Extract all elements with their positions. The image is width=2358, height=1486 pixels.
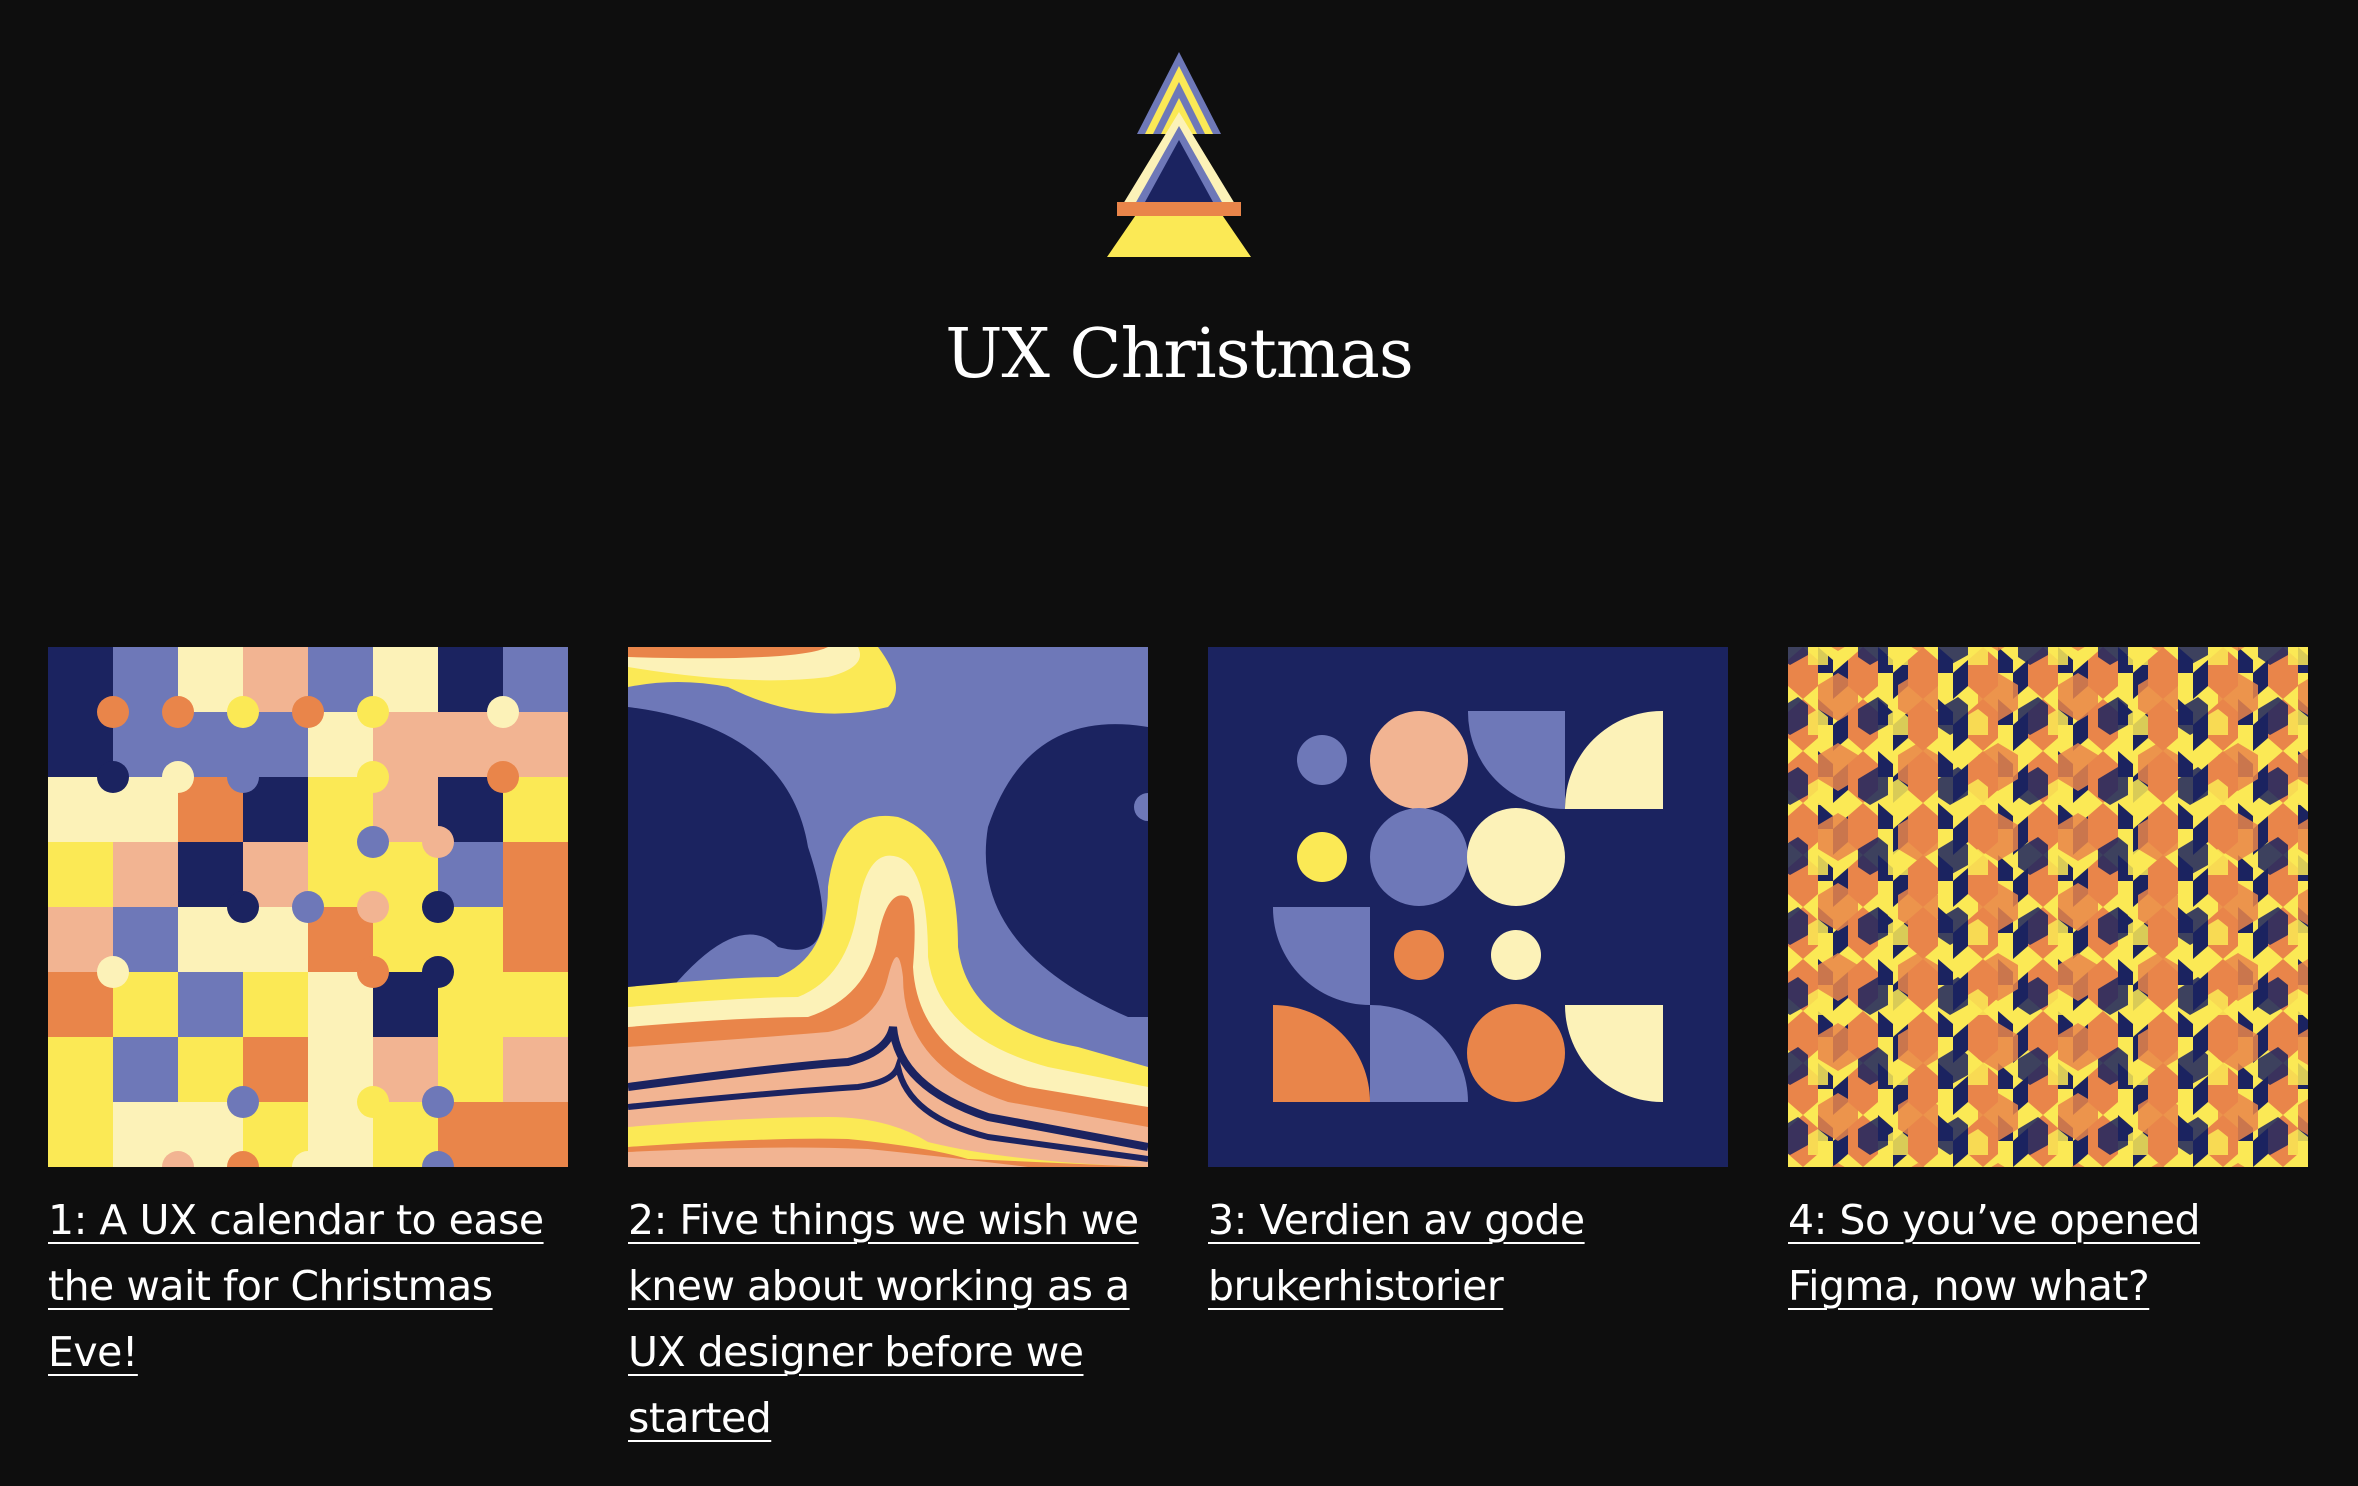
article-title-4[interactable]: 4: So you’ve opened Figma, now what?: [1788, 1187, 2308, 1319]
hexagon-mosaic-pattern-thumbnail: [1788, 647, 2308, 1167]
article-grid: 1: A UX calendar to ease the wait for Ch…: [48, 647, 2310, 1451]
wavy-stripes-pattern-thumbnail: [628, 647, 1148, 1167]
article-title-1[interactable]: 1: A UX calendar to ease the wait for Ch…: [48, 1187, 568, 1385]
circles-and-quarters-pattern-thumbnail: [1208, 647, 1728, 1167]
article-card-4[interactable]: 4: So you’ve opened Figma, now what?: [1788, 647, 2308, 1451]
article-title-3[interactable]: 3: Verdien av gode brukerhistorier: [1208, 1187, 1728, 1319]
article-card-1[interactable]: 1: A UX calendar to ease the wait for Ch…: [48, 647, 568, 1451]
grid-circles-pattern-thumbnail: [48, 647, 568, 1167]
article-card-3[interactable]: 3: Verdien av gode brukerhistorier: [1208, 647, 1728, 1451]
page: UX Christmas 1: A UX calendar to ease th…: [0, 0, 2358, 1486]
article-card-2[interactable]: 2: Five things we wish we knew about wor…: [628, 647, 1148, 1451]
page-title: UX Christmas: [945, 315, 1414, 394]
article-title-2[interactable]: 2: Five things we wish we knew about wor…: [628, 1187, 1148, 1451]
christmas-tree-logo-icon[interactable]: [1099, 52, 1259, 262]
